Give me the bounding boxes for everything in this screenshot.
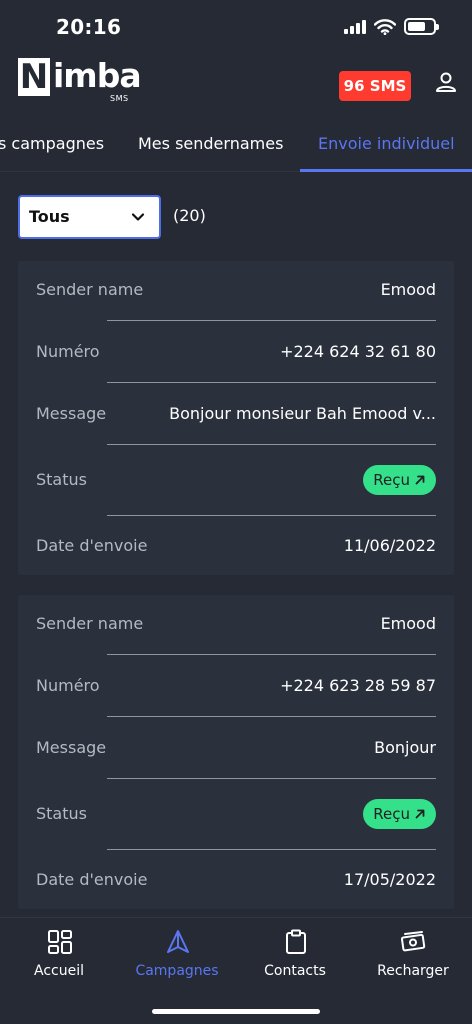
divider xyxy=(107,320,436,321)
wifi-icon xyxy=(374,18,396,35)
sms-balance-badge[interactable]: 96 SMS xyxy=(339,71,411,101)
divider xyxy=(107,849,436,850)
message-value: Bonjour monsieur Bah Emood v... xyxy=(169,404,436,423)
home-indicator xyxy=(152,1009,320,1014)
active-tab-indicator xyxy=(300,169,472,172)
sender-row: Sender name Emood xyxy=(18,604,454,644)
sender-value: Emood xyxy=(380,614,436,633)
divider xyxy=(107,654,436,655)
profile-icon[interactable] xyxy=(434,70,458,94)
filter-selected-value: Tous xyxy=(29,207,70,226)
status-row: Status Reçu xyxy=(18,794,454,834)
divider xyxy=(107,716,436,717)
nav-label: Accueil xyxy=(34,963,84,979)
status-icons xyxy=(344,18,439,35)
nav-label: Campagnes xyxy=(135,963,219,979)
divider xyxy=(107,444,436,445)
tab-sendernames[interactable]: Mes sendernames xyxy=(138,134,283,153)
tab-campagnes[interactable]: s campagnes xyxy=(0,134,104,153)
chevron-down-icon xyxy=(131,213,145,221)
message-label: Message xyxy=(36,404,107,423)
arrow-up-right-icon xyxy=(415,809,425,819)
number-value: +224 624 32 61 80 xyxy=(280,342,436,361)
number-row: Numéro +224 624 32 61 80 xyxy=(18,332,454,372)
message-row: Message Bonjour monsieur Bah Emood v... xyxy=(18,394,454,434)
status-badge[interactable]: Reçu xyxy=(363,799,436,829)
nav-recharger[interactable]: Recharger xyxy=(354,918,472,998)
status-text: Reçu xyxy=(373,805,410,823)
message-value: Bonjour xyxy=(374,738,436,757)
status-bar: 20:16 xyxy=(0,0,472,56)
tab-envoie-individuel[interactable]: Envoie individuel xyxy=(318,134,455,153)
sender-label: Sender name xyxy=(36,280,144,299)
battery-icon xyxy=(404,18,439,35)
money-icon xyxy=(401,931,426,952)
nav-contacts[interactable]: Contacts xyxy=(236,918,354,998)
app-header: N imba SMS 96 SMS xyxy=(0,56,472,116)
clipboard-icon xyxy=(286,929,306,954)
campaign-tabs: s campagnes Mes sendernames Envoie indiv… xyxy=(0,124,472,172)
nav-campagnes[interactable]: Campagnes xyxy=(118,918,236,998)
date-label: Date d'envoie xyxy=(36,870,148,889)
message-label: Message xyxy=(36,738,107,757)
date-label: Date d'envoie xyxy=(36,536,148,555)
message-row: Message Bonjour xyxy=(18,728,454,768)
arrow-up-right-icon xyxy=(415,475,425,485)
status-text: Reçu xyxy=(373,471,410,489)
nav-accueil[interactable]: Accueil xyxy=(0,918,118,998)
message-card[interactable]: Sender name Emood Numéro +224 623 28 59 … xyxy=(18,595,454,909)
status-row: Status Reçu xyxy=(18,460,454,500)
message-count: (20) xyxy=(173,206,206,225)
message-card[interactable]: Sender name Emood Numéro +224 624 32 61 … xyxy=(18,261,454,575)
divider xyxy=(107,778,436,779)
number-value: +224 623 28 59 87 xyxy=(280,676,436,695)
divider xyxy=(107,382,436,383)
date-value: 17/05/2022 xyxy=(343,870,436,889)
status-label: Status xyxy=(36,804,87,823)
status-badge[interactable]: Reçu xyxy=(363,465,436,495)
bottom-navigation: Accueil Campagnes Contacts Recharger xyxy=(0,917,472,1024)
date-row: Date d'envoie 11/06/2022 xyxy=(18,526,454,566)
signal-icon xyxy=(344,19,366,34)
sender-row: Sender name Emood xyxy=(18,270,454,310)
status-label: Status xyxy=(36,470,87,489)
status-filter-select[interactable]: Tous xyxy=(18,195,161,239)
divider xyxy=(107,515,436,516)
number-label: Numéro xyxy=(36,342,100,361)
number-label: Numéro xyxy=(36,676,100,695)
sender-value: Emood xyxy=(380,280,436,299)
nav-label: Recharger xyxy=(377,963,449,979)
date-row: Date d'envoie 17/05/2022 xyxy=(18,860,454,900)
send-icon xyxy=(167,930,189,953)
number-row: Numéro +224 623 28 59 87 xyxy=(18,666,454,706)
sender-label: Sender name xyxy=(36,614,144,633)
nav-label: Contacts xyxy=(264,963,326,979)
nimba-logo: N imba SMS xyxy=(18,56,142,103)
status-time: 20:16 xyxy=(56,15,122,39)
date-value: 11/06/2022 xyxy=(343,536,436,555)
grid-icon xyxy=(48,930,72,954)
